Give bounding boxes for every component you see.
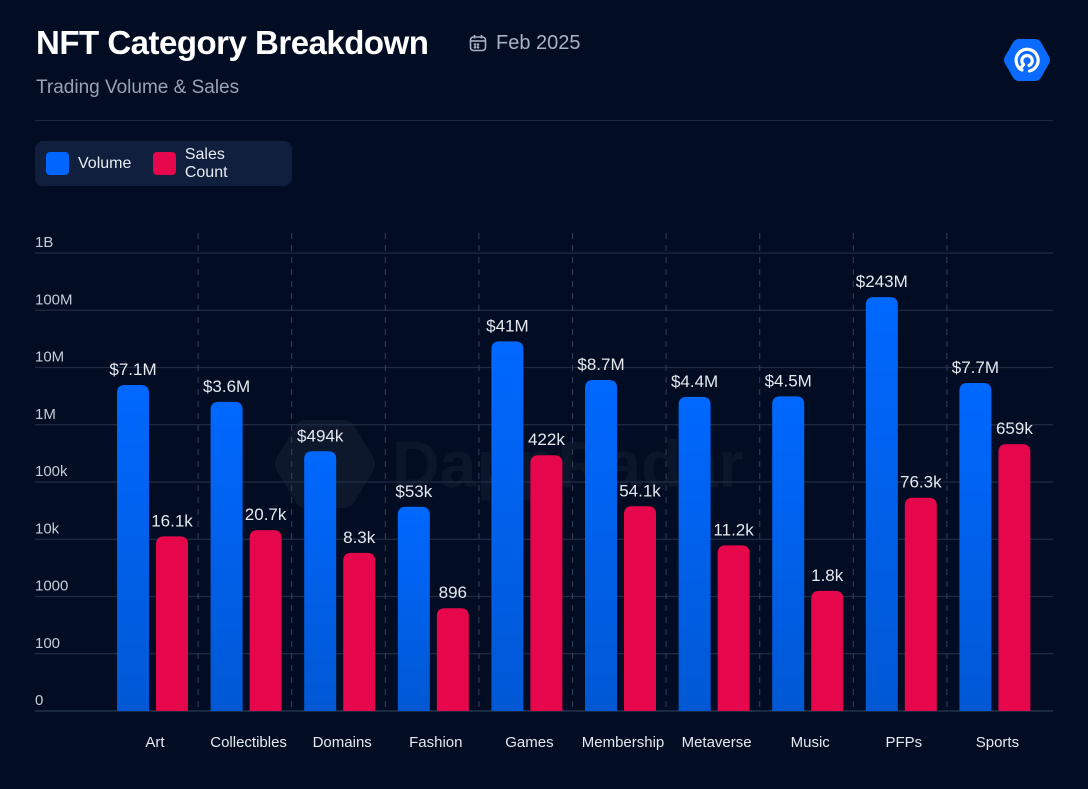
- bar-volume-collectibles[interactable]: [210, 401, 243, 711]
- x-tick-label: Metaverse: [682, 734, 752, 751]
- value-label-volume: $3.6M: [203, 377, 250, 396]
- bar-sales-count-sports[interactable]: [998, 444, 1031, 711]
- x-tick-label: Music: [791, 734, 831, 751]
- value-label-sales-count: 659k: [996, 419, 1033, 438]
- y-tick-label: 100M: [35, 291, 73, 308]
- bar-sales-count-games[interactable]: [530, 455, 563, 711]
- value-label-volume: $53k: [395, 482, 432, 501]
- y-tick-label: 1000: [35, 578, 68, 595]
- bar-volume-art[interactable]: [117, 385, 149, 711]
- bar-sales-count-pfps[interactable]: [904, 497, 937, 711]
- x-tick-label: Membership: [582, 734, 665, 751]
- bar-sales-count-collectibles[interactable]: [249, 530, 282, 711]
- value-label-volume: $4.5M: [765, 371, 812, 390]
- bar-sales-count-art[interactable]: [156, 536, 188, 711]
- bar-sales-count-domains[interactable]: [343, 552, 376, 711]
- y-tick-label: 100: [35, 635, 60, 652]
- x-tick-label: Games: [505, 734, 553, 751]
- y-tick-label: 100k: [35, 463, 68, 480]
- value-label-volume: $7.1M: [109, 360, 156, 379]
- y-tick-label: 1B: [35, 234, 53, 251]
- x-tick-label: Fashion: [409, 734, 462, 751]
- value-label-sales-count: 422k: [528, 430, 565, 449]
- y-tick-label: 10M: [35, 349, 64, 366]
- value-label-sales-count: 8.3k: [343, 528, 376, 547]
- y-tick-label: 1M: [35, 406, 56, 423]
- value-label-sales-count: 11.2k: [713, 520, 754, 539]
- y-tick-label: 0: [35, 692, 43, 709]
- bar-volume-membership[interactable]: [585, 379, 617, 711]
- x-tick-label: Sports: [976, 734, 1019, 751]
- value-label-sales-count: 54.1k: [619, 481, 661, 500]
- value-label-sales-count: 76.3k: [900, 473, 942, 492]
- x-tick-label: Art: [145, 734, 165, 751]
- value-label-sales-count: 20.7k: [245, 505, 287, 524]
- value-label-volume: $494k: [297, 426, 344, 445]
- value-label-sales-count: 16.1k: [151, 511, 193, 530]
- bar-sales-count-metaverse[interactable]: [717, 545, 750, 711]
- bar-sales-count-membership[interactable]: [624, 506, 656, 711]
- value-label-volume: $4.4M: [671, 372, 718, 391]
- value-label-sales-count: 1.8k: [811, 566, 844, 585]
- bar-volume-sports[interactable]: [959, 382, 992, 711]
- value-label-volume: $8.7M: [577, 355, 624, 374]
- value-label-volume: $7.7M: [952, 358, 999, 377]
- bar-volume-fashion[interactable]: [397, 506, 430, 711]
- bar-volume-games[interactable]: [491, 341, 524, 711]
- x-tick-label: PFPs: [885, 734, 922, 751]
- bar-sales-count-music[interactable]: [811, 590, 844, 711]
- bar-chart: DappRadar 0100100010k100k1M10M100M1B$7.1…: [35, 233, 1053, 751]
- x-tick-label: Collectibles: [210, 734, 287, 751]
- bar-volume-metaverse[interactable]: [678, 396, 711, 711]
- y-tick-label: 10k: [35, 520, 60, 537]
- value-label-volume: $41M: [486, 316, 529, 335]
- x-tick-label: Domains: [313, 734, 372, 751]
- bar-sales-count-fashion[interactable]: [436, 608, 469, 711]
- value-label-volume: $243M: [856, 272, 908, 291]
- bar-volume-music[interactable]: [772, 396, 805, 711]
- bar-volume-domains[interactable]: [304, 451, 337, 711]
- bar-volume-pfps[interactable]: [865, 297, 898, 711]
- value-label-sales-count: 896: [439, 583, 467, 602]
